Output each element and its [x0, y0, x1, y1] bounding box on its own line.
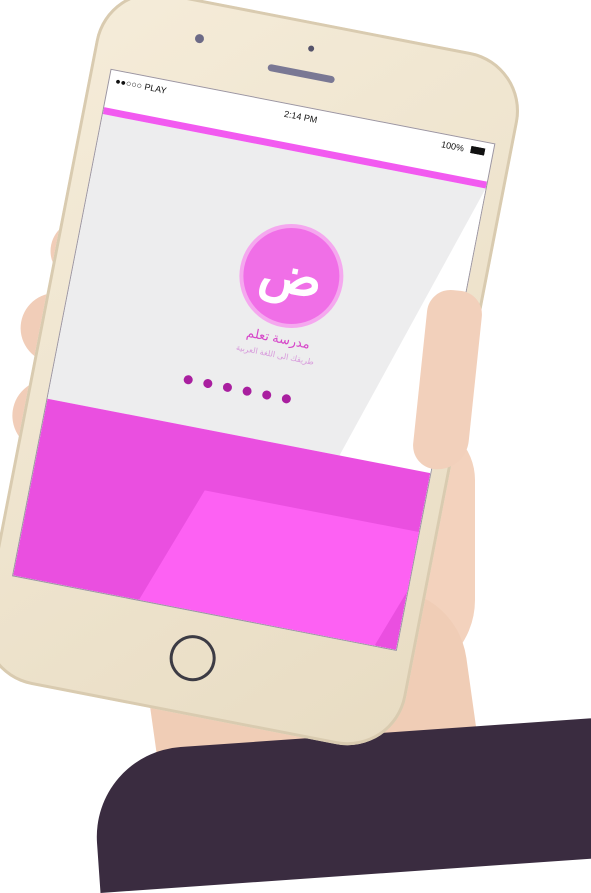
loading-dot — [202, 378, 214, 389]
battery-label: 100% — [440, 139, 465, 154]
loading-dot — [241, 385, 253, 397]
clock: 2:14 PM — [283, 108, 319, 125]
loading-dot — [281, 393, 292, 405]
logo-glyph: ض — [254, 241, 328, 311]
battery-icon — [470, 145, 486, 156]
loading-dot — [261, 389, 273, 401]
app-logo: ض — [235, 219, 348, 333]
loading-dot — [222, 382, 233, 393]
carrier-label: ●●○○○ PLAY — [114, 75, 168, 96]
loading-dot — [182, 374, 194, 386]
